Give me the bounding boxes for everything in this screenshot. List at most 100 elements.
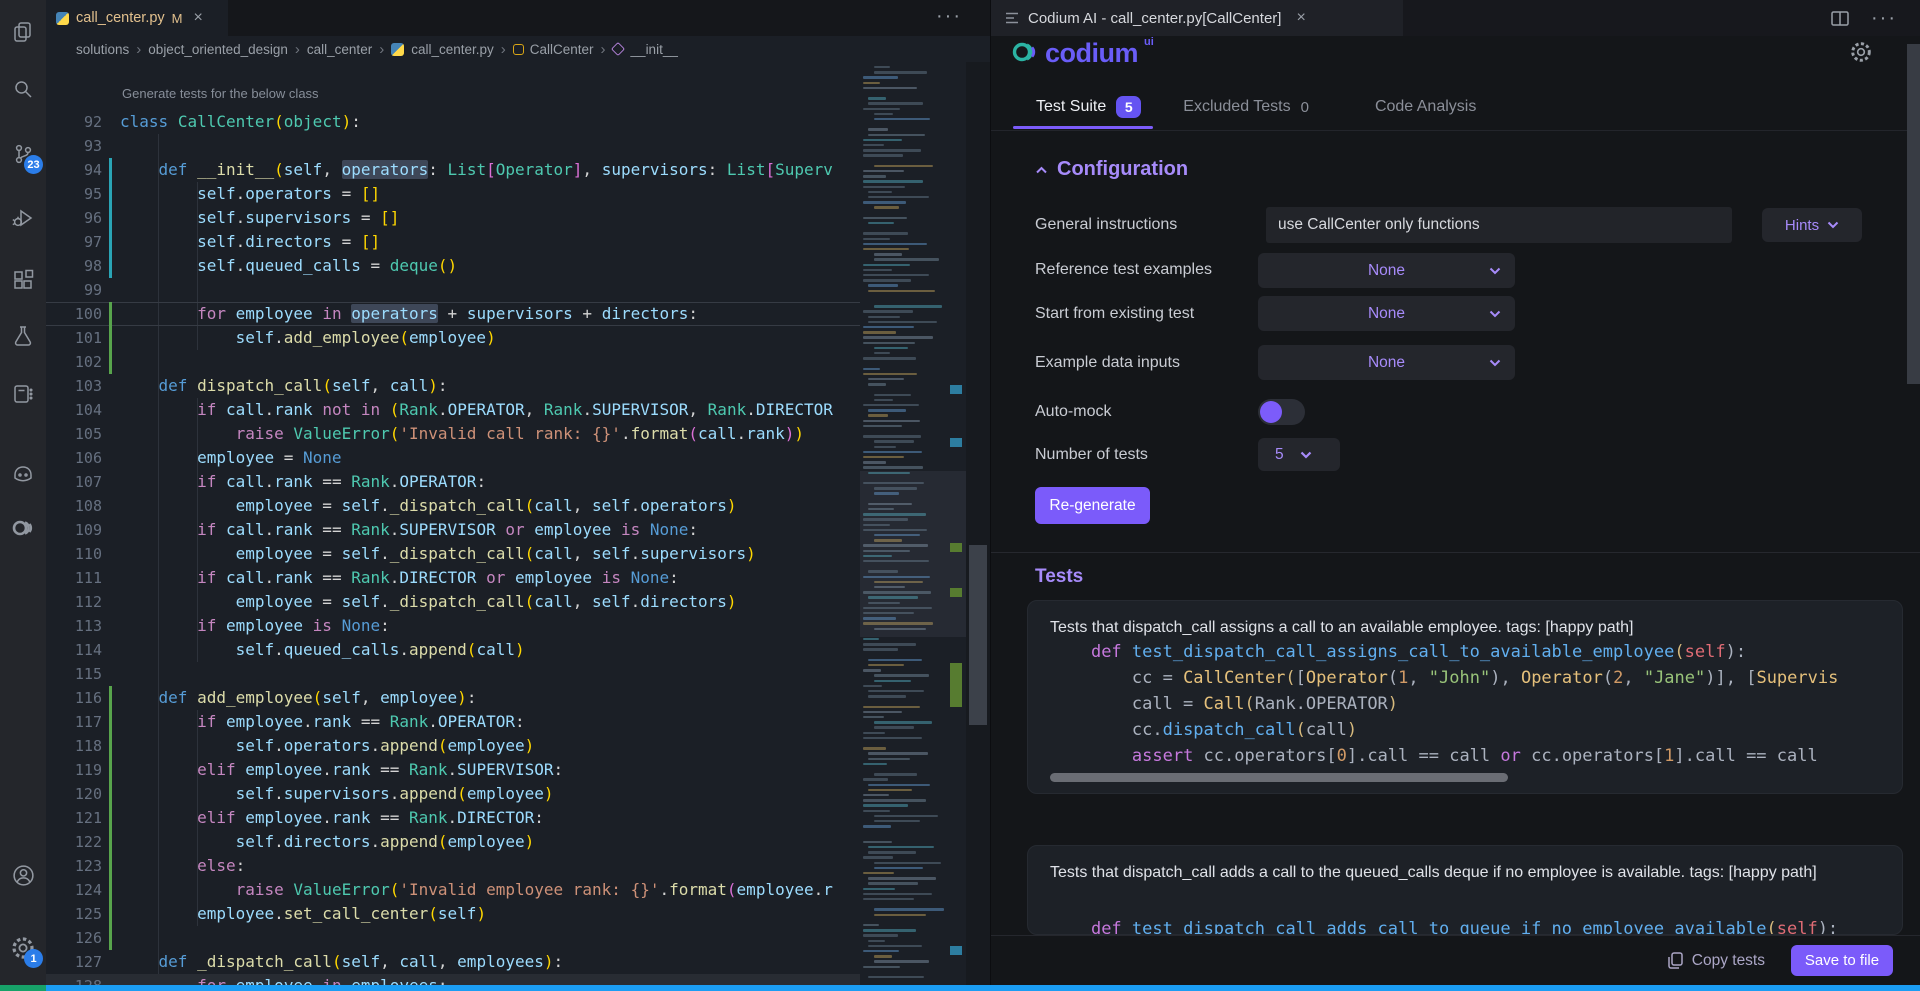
configuration-section-header[interactable]: Configuration bbox=[1035, 158, 1188, 181]
close-icon[interactable]: × bbox=[194, 9, 203, 27]
panel-tab[interactable]: Codium AI - call_center.py[CallCenter] × bbox=[991, 0, 1403, 36]
code-line[interactable]: 125 employee.set_call_center(self) bbox=[46, 902, 862, 926]
code-line[interactable]: 115 bbox=[46, 662, 862, 686]
breadcrumb-item[interactable]: __init__ bbox=[631, 42, 678, 57]
test-beaker-icon[interactable] bbox=[0, 316, 46, 356]
code-line[interactable]: 99 bbox=[46, 278, 862, 302]
code-line[interactable]: 94 def __init__(self, operators: List[Op… bbox=[46, 158, 862, 182]
code-line[interactable]: 98 self.queued_calls = deque() bbox=[46, 254, 862, 278]
code-line[interactable]: 127 def _dispatch_call(self, call, emplo… bbox=[46, 950, 862, 974]
code-line[interactable]: 95 self.operators = [] bbox=[46, 182, 862, 206]
codelens-generate-tests[interactable]: Generate tests for the below class bbox=[122, 86, 319, 101]
test-card[interactable]: Tests that dispatch_call adds a call to … bbox=[1027, 845, 1903, 935]
editor-more-actions-icon[interactable]: ··· bbox=[936, 5, 962, 28]
tab-test-suite[interactable]: Test Suite 5 bbox=[1036, 96, 1141, 118]
code-line[interactable]: 108 employee = self._dispatch_call(call,… bbox=[46, 494, 862, 518]
code-line[interactable]: 109 if call.rank == Rank.SUPERVISOR or e… bbox=[46, 518, 862, 542]
code-editor[interactable]: 92class CallCenter(object):9394 def __in… bbox=[46, 110, 862, 985]
save-to-file-button[interactable]: Save to file bbox=[1791, 945, 1893, 976]
reference-test-examples-select[interactable]: None bbox=[1258, 253, 1515, 288]
test-suite-badge: 5 bbox=[1116, 96, 1141, 118]
explorer-icon[interactable] bbox=[0, 12, 46, 52]
run-debug-icon[interactable] bbox=[0, 198, 46, 238]
search-icon[interactable] bbox=[0, 70, 46, 110]
copilot-icon[interactable] bbox=[0, 454, 46, 494]
breadcrumb-item[interactable]: call_center.py bbox=[411, 42, 494, 57]
code-line[interactable]: 103 def dispatch_call(self, call): bbox=[46, 374, 862, 398]
copy-tests-button[interactable]: Copy tests bbox=[1668, 952, 1765, 970]
breadcrumb-item[interactable]: object_oriented_design bbox=[148, 42, 288, 57]
code-line[interactable]: 123 else: bbox=[46, 854, 862, 878]
auto-mock-toggle[interactable] bbox=[1258, 399, 1305, 425]
code-line[interactable]: 93 bbox=[46, 134, 862, 158]
code-line[interactable]: 106 employee = None bbox=[46, 446, 862, 470]
breadcrumb[interactable]: solutions›object_oriented_design›call_ce… bbox=[46, 36, 866, 62]
code-line[interactable]: 113 if employee is None: bbox=[46, 614, 862, 638]
editor-tab-bar: call_center.py M × ··· bbox=[46, 0, 990, 36]
code-line[interactable]: 119 elif employee.rank == Rank.SUPERVISO… bbox=[46, 758, 862, 782]
minimap[interactable] bbox=[860, 62, 966, 985]
codium-logo-icon bbox=[1011, 38, 1039, 66]
code-line[interactable]: 121 elif employee.rank == Rank.DIRECTOR: bbox=[46, 806, 862, 830]
reference-value: None bbox=[1368, 262, 1405, 280]
split-editor-icon[interactable] bbox=[1831, 11, 1849, 26]
breadcrumb-item[interactable]: call_center bbox=[307, 42, 372, 57]
breadcrumb-item[interactable]: solutions bbox=[76, 42, 129, 57]
tab-code-analysis[interactable]: Code Analysis bbox=[1375, 98, 1476, 116]
code-line[interactable]: 102 bbox=[46, 350, 862, 374]
panel-settings-gear-icon[interactable] bbox=[1849, 40, 1873, 69]
code-line[interactable]: 92class CallCenter(object): bbox=[46, 110, 862, 134]
minimap-slider[interactable] bbox=[860, 471, 966, 637]
re-generate-button[interactable]: Re-generate bbox=[1035, 487, 1150, 524]
tab-excluded-tests[interactable]: Excluded Tests 0 bbox=[1183, 98, 1309, 116]
code-line[interactable]: 126 bbox=[46, 926, 862, 950]
general-instructions-label: General instructions bbox=[1035, 216, 1177, 234]
start-from-existing-test-select[interactable]: None bbox=[1258, 296, 1515, 331]
code-line[interactable]: 128 for employee in employees: bbox=[46, 974, 862, 985]
divider bbox=[991, 130, 1920, 131]
code-line[interactable]: 114 self.queued_calls.append(call) bbox=[46, 638, 862, 662]
code-line[interactable]: 100 for employee in operators + supervis… bbox=[46, 302, 862, 326]
code-line[interactable]: 104 if call.rank not in (Rank.OPERATOR, … bbox=[46, 398, 862, 422]
code-line[interactable]: 97 self.directors = [] bbox=[46, 230, 862, 254]
panel-scrollbar-thumb[interactable] bbox=[1907, 44, 1920, 384]
code-line[interactable]: 124 raise ValueError('Invalid employee r… bbox=[46, 878, 862, 902]
python-icon bbox=[56, 12, 69, 25]
number-of-tests-value: 5 bbox=[1275, 446, 1284, 464]
code-line[interactable]: 111 if call.rank == Rank.DIRECTOR or emp… bbox=[46, 566, 862, 590]
remote-indicator[interactable] bbox=[0, 985, 46, 991]
code-line[interactable]: 112 employee = self._dispatch_call(call,… bbox=[46, 590, 862, 614]
settings-gear-icon[interactable]: 1 bbox=[0, 928, 46, 968]
account-icon[interactable] bbox=[0, 855, 46, 895]
example-data-inputs-select[interactable]: None bbox=[1258, 345, 1515, 380]
close-icon[interactable]: × bbox=[1296, 9, 1305, 27]
method-icon bbox=[610, 42, 624, 56]
code-line[interactable]: 96 self.supervisors = [] bbox=[46, 206, 862, 230]
panel-tab-title: Codium AI - call_center.py[CallCenter] bbox=[1028, 10, 1281, 27]
tab-test-suite-label: Test Suite bbox=[1036, 98, 1106, 116]
code-line[interactable]: 118 self.operators.append(employee) bbox=[46, 734, 862, 758]
hints-dropdown[interactable]: Hints bbox=[1762, 208, 1862, 242]
general-instructions-input[interactable]: use CallCenter only functions bbox=[1266, 207, 1732, 243]
vertical-scrollbar-thumb[interactable] bbox=[969, 545, 987, 725]
notebook-icon[interactable] bbox=[0, 374, 46, 414]
code-line[interactable]: 122 self.directors.append(employee) bbox=[46, 830, 862, 854]
code-line[interactable]: 107 if call.rank == Rank.OPERATOR: bbox=[46, 470, 862, 494]
code-line[interactable]: 120 self.supervisors.append(employee) bbox=[46, 782, 862, 806]
code-line[interactable]: 110 employee = self._dispatch_call(call,… bbox=[46, 542, 862, 566]
code-line[interactable]: 117 if employee.rank == Rank.OPERATOR: bbox=[46, 710, 862, 734]
source-control-icon[interactable]: 23 bbox=[0, 134, 46, 174]
code-line[interactable]: 101 self.add_employee(employee) bbox=[46, 326, 862, 350]
breadcrumb-item[interactable]: CallCenter bbox=[530, 42, 594, 57]
number-of-tests-select[interactable]: 5 bbox=[1258, 438, 1340, 471]
code-line[interactable]: 105 raise ValueError('Invalid call rank:… bbox=[46, 422, 862, 446]
test-card[interactable]: Tests that dispatch_call assigns a call … bbox=[1027, 600, 1903, 794]
editor-tab[interactable]: call_center.py M × bbox=[46, 0, 228, 36]
horizontal-scrollbar[interactable] bbox=[1050, 773, 1508, 782]
panel-more-actions-icon[interactable]: ··· bbox=[1871, 7, 1897, 30]
code-line[interactable]: 116 def add_employee(self, employee): bbox=[46, 686, 862, 710]
extensions-icon[interactable] bbox=[0, 260, 46, 300]
codium-icon[interactable] bbox=[0, 508, 46, 548]
editor-group: Generate tests for the below class 92cla… bbox=[46, 0, 990, 985]
status-bar-main[interactable] bbox=[46, 985, 1920, 991]
